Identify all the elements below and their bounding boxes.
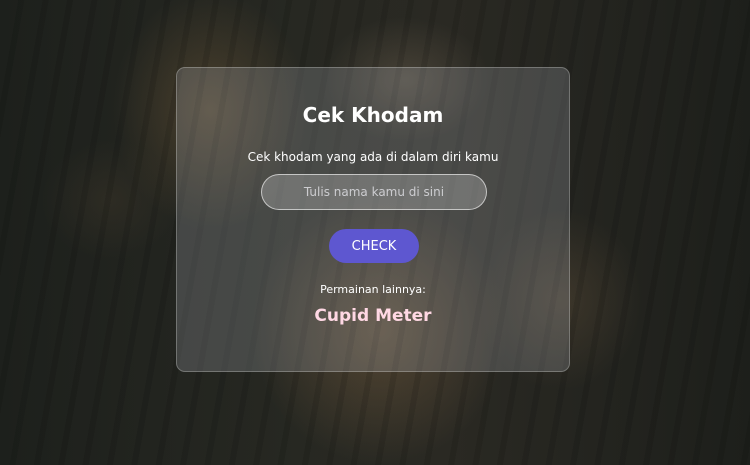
other-games-label: Permainan lainnya: [320,283,426,296]
cupid-meter-link[interactable]: Cupid Meter [177,306,569,326]
khodam-card: Cek Khodam Cek khodam yang ada di dalam … [176,67,570,372]
check-button[interactable]: CHECK [329,229,419,263]
page-title: Cek Khodam [302,103,444,127]
subtitle-text: Cek khodam yang ada di dalam diri kamu [247,150,499,164]
name-input[interactable] [261,174,487,210]
